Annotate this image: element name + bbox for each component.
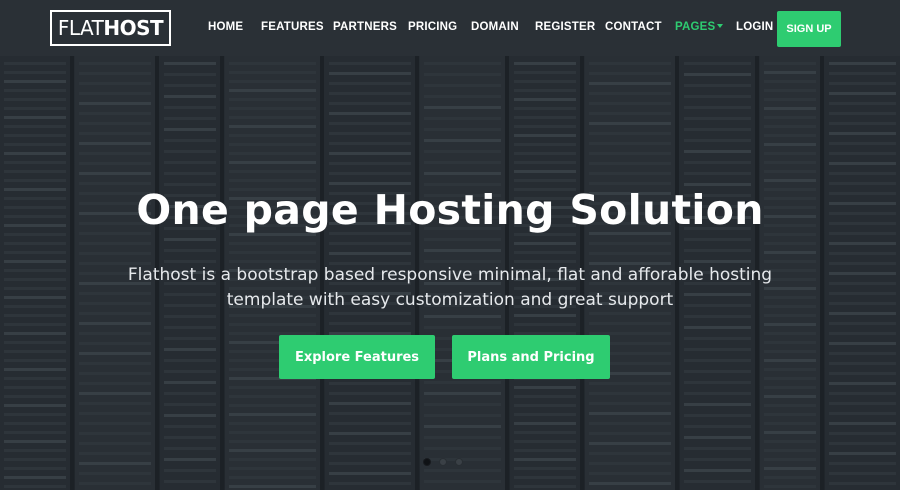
nav-pricing-label: PRICING	[408, 21, 458, 33]
page: FLAT HOST HOME FEATURES PARTNERS PRICING …	[0, 0, 900, 490]
nav-contact[interactable]: CONTACT	[605, 21, 662, 33]
nav-partners[interactable]: PARTNERS	[333, 21, 397, 33]
nav-contact-label: CONTACT	[605, 21, 662, 33]
carousel-dot[interactable]	[455, 458, 463, 466]
brand-logo[interactable]: FLAT HOST	[50, 10, 171, 46]
signup-label: SIGN UP	[786, 23, 832, 35]
nav-register-label: REGISTER	[535, 21, 596, 33]
explore-features-label: Explore Features	[294, 349, 420, 365]
nav-register[interactable]: REGISTER	[535, 21, 595, 33]
nav-login-label: LOGIN	[736, 21, 774, 33]
navbar: FLAT HOST HOME FEATURES PARTNERS PRICING …	[0, 0, 900, 56]
explore-features-button[interactable]: Explore Features	[279, 335, 435, 379]
nav-pages-dropdown[interactable]: PAGES	[675, 21, 724, 33]
hero-subtitle: Flathost is a bootstrap based responsive…	[127, 265, 773, 310]
brand-bold: HOST	[103, 16, 164, 40]
nav-features-label: FEATURES	[261, 21, 324, 33]
hero-title: One page Hosting Solution	[136, 186, 764, 234]
nav-home[interactable]: HOME	[208, 21, 243, 33]
nav-features[interactable]: FEATURES	[261, 21, 324, 33]
carousel-indicators	[423, 458, 467, 468]
nav-pricing[interactable]: PRICING	[408, 21, 457, 33]
caret-down-icon	[717, 23, 724, 28]
carousel-dot[interactable]	[439, 458, 447, 466]
nav-domain-label: DOMAIN	[471, 21, 519, 33]
nav-home-label: HOME	[208, 21, 244, 33]
nav-pages-label: PAGES	[675, 21, 716, 33]
carousel-dot[interactable]	[423, 458, 431, 466]
signup-button[interactable]: SIGN UP	[777, 11, 841, 47]
plans-pricing-button[interactable]: Plans and Pricing	[452, 335, 610, 379]
nav-domain[interactable]: DOMAIN	[471, 21, 519, 33]
plans-pricing-label: Plans and Pricing	[467, 349, 595, 365]
brand-light: FLAT	[57, 16, 104, 40]
hero-overlay	[0, 0, 900, 490]
nav-partners-label: PARTNERS	[333, 21, 398, 33]
nav-login[interactable]: LOGIN	[736, 21, 773, 33]
